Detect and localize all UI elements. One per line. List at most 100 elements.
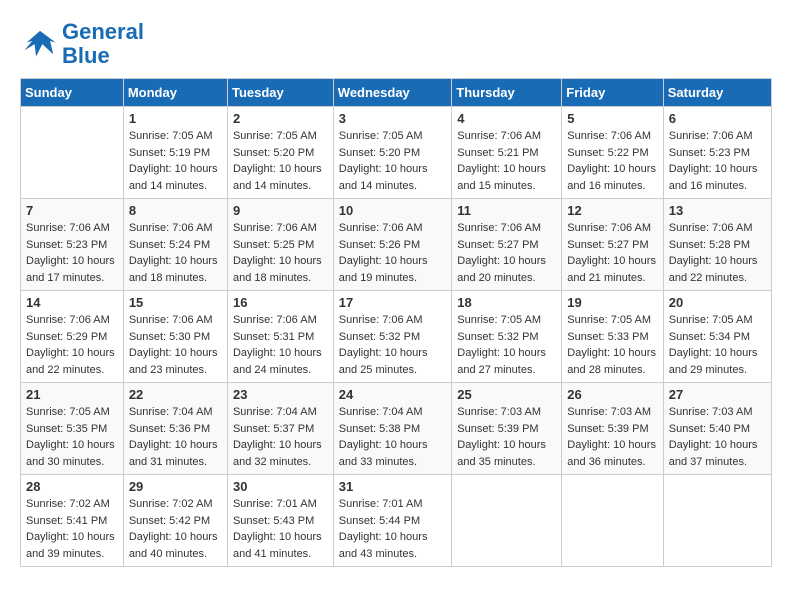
- calendar-cell: [452, 475, 562, 567]
- day-info: Sunrise: 7:06 AM Sunset: 5:23 PM Dayligh…: [669, 128, 766, 194]
- sunrise-text: Sunrise: 7:06 AM: [233, 222, 317, 234]
- calendar-cell: 13 Sunrise: 7:06 AM Sunset: 5:28 PM Dayl…: [663, 199, 771, 291]
- day-info: Sunrise: 7:06 AM Sunset: 5:27 PM Dayligh…: [567, 220, 657, 286]
- daylight-text: Daylight: 10 hours and 35 minutes.: [457, 439, 546, 468]
- daylight-text: Daylight: 10 hours and 16 minutes.: [567, 163, 656, 192]
- sunrise-text: Sunrise: 7:03 AM: [567, 406, 651, 418]
- sunset-text: Sunset: 5:21 PM: [457, 147, 538, 159]
- day-number: 29: [129, 479, 222, 494]
- day-number: 22: [129, 387, 222, 402]
- daylight-text: Daylight: 10 hours and 30 minutes.: [26, 439, 115, 468]
- daylight-text: Daylight: 10 hours and 15 minutes.: [457, 163, 546, 192]
- sunset-text: Sunset: 5:43 PM: [233, 515, 314, 527]
- sunset-text: Sunset: 5:33 PM: [567, 331, 648, 343]
- sunrise-text: Sunrise: 7:06 AM: [457, 222, 541, 234]
- calendar-cell: 5 Sunrise: 7:06 AM Sunset: 5:22 PM Dayli…: [562, 107, 663, 199]
- day-info: Sunrise: 7:06 AM Sunset: 5:32 PM Dayligh…: [339, 312, 446, 378]
- day-info: Sunrise: 7:06 AM Sunset: 5:26 PM Dayligh…: [339, 220, 446, 286]
- day-info: Sunrise: 7:06 AM Sunset: 5:24 PM Dayligh…: [129, 220, 222, 286]
- day-number: 2: [233, 111, 328, 126]
- daylight-text: Daylight: 10 hours and 14 minutes.: [233, 163, 322, 192]
- sunset-text: Sunset: 5:38 PM: [339, 423, 420, 435]
- calendar-cell: [663, 475, 771, 567]
- daylight-text: Daylight: 10 hours and 28 minutes.: [567, 347, 656, 376]
- daylight-text: Daylight: 10 hours and 22 minutes.: [26, 347, 115, 376]
- calendar-cell: 30 Sunrise: 7:01 AM Sunset: 5:43 PM Dayl…: [227, 475, 333, 567]
- day-info: Sunrise: 7:03 AM Sunset: 5:40 PM Dayligh…: [669, 404, 766, 470]
- sunset-text: Sunset: 5:25 PM: [233, 239, 314, 251]
- daylight-text: Daylight: 10 hours and 41 minutes.: [233, 531, 322, 560]
- calendar-cell: 12 Sunrise: 7:06 AM Sunset: 5:27 PM Dayl…: [562, 199, 663, 291]
- sunset-text: Sunset: 5:44 PM: [339, 515, 420, 527]
- calendar-cell: 6 Sunrise: 7:06 AM Sunset: 5:23 PM Dayli…: [663, 107, 771, 199]
- logo-icon: [20, 27, 60, 62]
- sunrise-text: Sunrise: 7:05 AM: [669, 314, 753, 326]
- calendar-cell: 14 Sunrise: 7:06 AM Sunset: 5:29 PM Dayl…: [21, 291, 124, 383]
- calendar-cell: [562, 475, 663, 567]
- day-number: 7: [26, 203, 118, 218]
- weekday-header-saturday: Saturday: [663, 79, 771, 107]
- day-info: Sunrise: 7:05 AM Sunset: 5:20 PM Dayligh…: [233, 128, 328, 194]
- calendar-cell: 4 Sunrise: 7:06 AM Sunset: 5:21 PM Dayli…: [452, 107, 562, 199]
- weekday-header-friday: Friday: [562, 79, 663, 107]
- calendar-cell: 16 Sunrise: 7:06 AM Sunset: 5:31 PM Dayl…: [227, 291, 333, 383]
- calendar-cell: 22 Sunrise: 7:04 AM Sunset: 5:36 PM Dayl…: [123, 383, 227, 475]
- day-number: 1: [129, 111, 222, 126]
- day-info: Sunrise: 7:05 AM Sunset: 5:34 PM Dayligh…: [669, 312, 766, 378]
- day-info: Sunrise: 7:06 AM Sunset: 5:22 PM Dayligh…: [567, 128, 657, 194]
- sunrise-text: Sunrise: 7:06 AM: [339, 314, 423, 326]
- daylight-text: Daylight: 10 hours and 18 minutes.: [233, 255, 322, 284]
- calendar-cell: 7 Sunrise: 7:06 AM Sunset: 5:23 PM Dayli…: [21, 199, 124, 291]
- sunset-text: Sunset: 5:22 PM: [567, 147, 648, 159]
- sunset-text: Sunset: 5:39 PM: [567, 423, 648, 435]
- sunset-text: Sunset: 5:30 PM: [129, 331, 210, 343]
- calendar-cell: 3 Sunrise: 7:05 AM Sunset: 5:20 PM Dayli…: [333, 107, 451, 199]
- daylight-text: Daylight: 10 hours and 37 minutes.: [669, 439, 758, 468]
- daylight-text: Daylight: 10 hours and 20 minutes.: [457, 255, 546, 284]
- weekday-header-monday: Monday: [123, 79, 227, 107]
- sunset-text: Sunset: 5:39 PM: [457, 423, 538, 435]
- day-number: 26: [567, 387, 657, 402]
- day-number: 24: [339, 387, 446, 402]
- daylight-text: Daylight: 10 hours and 36 minutes.: [567, 439, 656, 468]
- day-number: 17: [339, 295, 446, 310]
- day-number: 23: [233, 387, 328, 402]
- calendar-cell: 2 Sunrise: 7:05 AM Sunset: 5:20 PM Dayli…: [227, 107, 333, 199]
- calendar-cell: 23 Sunrise: 7:04 AM Sunset: 5:37 PM Dayl…: [227, 383, 333, 475]
- day-info: Sunrise: 7:05 AM Sunset: 5:35 PM Dayligh…: [26, 404, 118, 470]
- day-number: 9: [233, 203, 328, 218]
- day-info: Sunrise: 7:05 AM Sunset: 5:33 PM Dayligh…: [567, 312, 657, 378]
- calendar-cell: 8 Sunrise: 7:06 AM Sunset: 5:24 PM Dayli…: [123, 199, 227, 291]
- sunset-text: Sunset: 5:23 PM: [26, 239, 107, 251]
- weekday-header-tuesday: Tuesday: [227, 79, 333, 107]
- sunrise-text: Sunrise: 7:05 AM: [339, 130, 423, 142]
- sunset-text: Sunset: 5:27 PM: [567, 239, 648, 251]
- sunrise-text: Sunrise: 7:05 AM: [26, 406, 110, 418]
- sunrise-text: Sunrise: 7:01 AM: [233, 498, 317, 510]
- sunrise-text: Sunrise: 7:06 AM: [129, 314, 213, 326]
- day-info: Sunrise: 7:06 AM Sunset: 5:27 PM Dayligh…: [457, 220, 556, 286]
- sunrise-text: Sunrise: 7:06 AM: [567, 130, 651, 142]
- daylight-text: Daylight: 10 hours and 29 minutes.: [669, 347, 758, 376]
- calendar-cell: 10 Sunrise: 7:06 AM Sunset: 5:26 PM Dayl…: [333, 199, 451, 291]
- sunset-text: Sunset: 5:31 PM: [233, 331, 314, 343]
- daylight-text: Daylight: 10 hours and 14 minutes.: [129, 163, 218, 192]
- sunset-text: Sunset: 5:27 PM: [457, 239, 538, 251]
- sunset-text: Sunset: 5:24 PM: [129, 239, 210, 251]
- calendar-cell: 27 Sunrise: 7:03 AM Sunset: 5:40 PM Dayl…: [663, 383, 771, 475]
- daylight-text: Daylight: 10 hours and 31 minutes.: [129, 439, 218, 468]
- day-info: Sunrise: 7:06 AM Sunset: 5:28 PM Dayligh…: [669, 220, 766, 286]
- day-number: 10: [339, 203, 446, 218]
- sunrise-text: Sunrise: 7:06 AM: [233, 314, 317, 326]
- day-number: 16: [233, 295, 328, 310]
- day-number: 14: [26, 295, 118, 310]
- calendar-cell: 28 Sunrise: 7:02 AM Sunset: 5:41 PM Dayl…: [21, 475, 124, 567]
- sunrise-text: Sunrise: 7:04 AM: [129, 406, 213, 418]
- calendar-cell: 26 Sunrise: 7:03 AM Sunset: 5:39 PM Dayl…: [562, 383, 663, 475]
- sunrise-text: Sunrise: 7:06 AM: [457, 130, 541, 142]
- weekday-header-sunday: Sunday: [21, 79, 124, 107]
- day-info: Sunrise: 7:05 AM Sunset: 5:19 PM Dayligh…: [129, 128, 222, 194]
- day-number: 15: [129, 295, 222, 310]
- calendar-cell: 1 Sunrise: 7:05 AM Sunset: 5:19 PM Dayli…: [123, 107, 227, 199]
- calendar-week-5: 28 Sunrise: 7:02 AM Sunset: 5:41 PM Dayl…: [21, 475, 772, 567]
